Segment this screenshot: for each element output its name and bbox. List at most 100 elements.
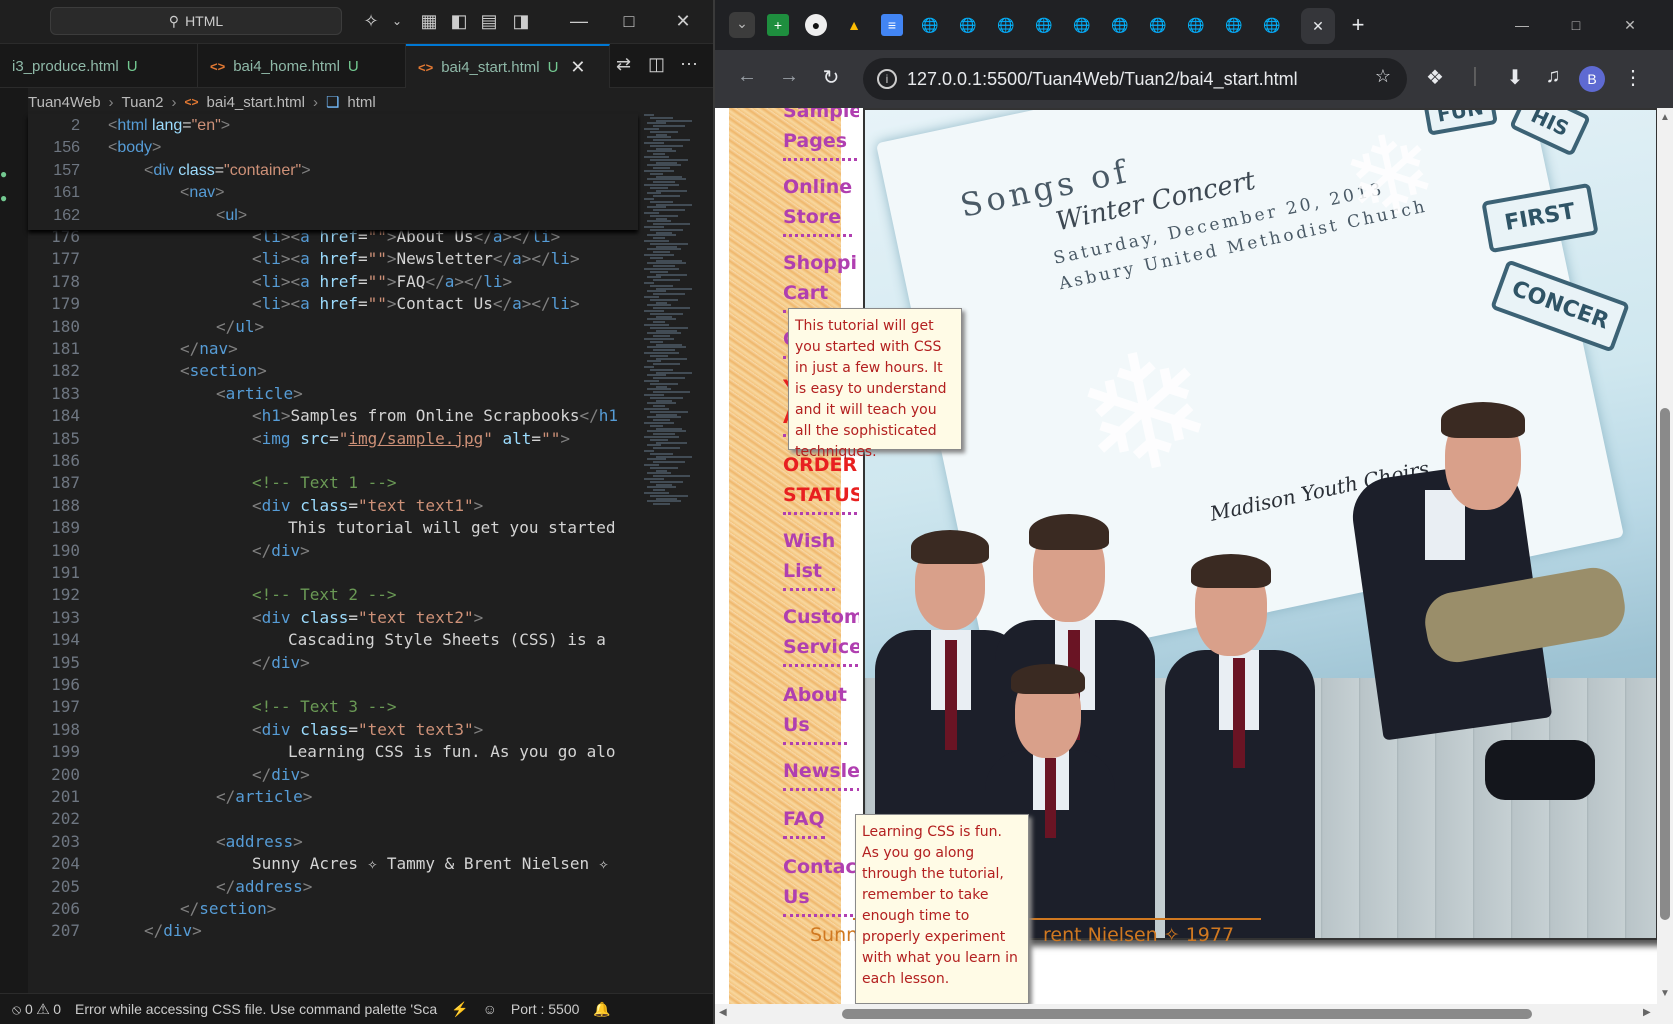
code-line[interactable]: 203 <address> — [28, 830, 638, 853]
code-line[interactable]: 207 </div> — [28, 919, 638, 942]
extensions-icon[interactable]: ❖ — [1421, 65, 1449, 90]
horizontal-scrollbar[interactable]: ◀ ▶ — [715, 1004, 1673, 1024]
code-line[interactable]: 198 <div class="text text3"> — [28, 718, 638, 741]
live-server-port[interactable]: Port : 5500 — [511, 1001, 580, 1017]
code-line[interactable]: 190 </div> — [28, 539, 638, 562]
bell-icon[interactable]: 🔔 — [593, 1001, 610, 1018]
nav-link[interactable]: Sample Pages — [783, 108, 859, 161]
globe-tab-icon[interactable]: 🌐 — [1109, 14, 1131, 36]
drive-tab-icon[interactable]: ▲ — [843, 14, 865, 36]
nav-link[interactable]: Custom Service — [783, 602, 859, 667]
scroll-thumb[interactable] — [1660, 408, 1670, 920]
close-window-icon[interactable]: ✕ — [1619, 14, 1641, 36]
problems-indicator[interactable]: ⦸ 0 ⚠ 0 — [12, 1001, 61, 1018]
tab-produce[interactable]: i3_produce.html U — [0, 44, 198, 88]
maximize-icon[interactable]: □ — [1565, 14, 1587, 36]
toggle-sidebar-icon[interactable]: ◧ — [448, 10, 470, 32]
scroll-down-icon[interactable]: ▼ — [1660, 988, 1670, 999]
code-editor[interactable]: 176 <li><a href="">About Us</a></li> 177 <l… — [28, 114, 638, 993]
sticky-scroll[interactable]: 2 <html lang="en"> 156 <body> 157 <div class=… — [28, 114, 638, 230]
nav-link[interactable]: Shoppi Cart — [783, 248, 857, 313]
copilot-icon[interactable]: ✧ — [360, 10, 382, 32]
globe-tab-icon[interactable]: 🌐 — [1223, 14, 1245, 36]
globe-tab-icon[interactable]: 🌐 — [957, 14, 979, 36]
nav-link[interactable]: About Us — [783, 680, 847, 745]
profile-avatar[interactable]: B — [1579, 66, 1605, 92]
code-line[interactable]: 188 <div class="text text1"> — [28, 494, 638, 517]
back-icon[interactable]: ← — [733, 65, 761, 88]
code-line[interactable]: 193 <div class="text text2"> — [28, 606, 638, 629]
code-line[interactable]: 191 — [28, 561, 638, 584]
globe-tab-icon[interactable]: 🌐 — [919, 14, 941, 36]
code-line[interactable]: 161 <nav> — [28, 181, 638, 204]
code-line[interactable]: 189 This tutorial will get you started — [28, 516, 638, 539]
globe-tab-icon[interactable]: 🌐 — [1071, 14, 1093, 36]
command-center-search[interactable]: ⚲ HTML — [50, 7, 342, 35]
code-line[interactable]: 183 <article> — [28, 382, 638, 405]
code-line[interactable]: 182 <section> — [28, 359, 638, 382]
forward-icon[interactable]: → — [775, 65, 803, 88]
github-tab-icon[interactable]: ● — [805, 14, 827, 36]
code-line[interactable]: 187 <!-- Text 1 --> — [28, 471, 638, 494]
code-line[interactable]: 179 <li><a href="">Contact Us</a></li> — [28, 292, 638, 315]
tab-start[interactable]: <> bai4_start.html U ✕ — [406, 44, 610, 88]
download-icon[interactable]: ⬇ — [1501, 65, 1529, 90]
minimize-icon[interactable]: — — [1511, 14, 1533, 36]
nav-link[interactable]: Online Store — [783, 172, 853, 237]
nav-link[interactable]: Contact Us — [783, 852, 859, 917]
code-line[interactable]: 181 </nav> — [28, 337, 638, 360]
scroll-thumb[interactable] — [842, 1009, 1532, 1019]
code-line[interactable]: 194 Cascading Style Sheets (CSS) is a — [28, 628, 638, 651]
close-window-icon[interactable]: ✕ — [672, 10, 694, 32]
nav-link[interactable]: FAQ — [783, 804, 825, 839]
copilot-status-icon[interactable]: ☺ — [483, 1001, 497, 1017]
scroll-up-icon[interactable]: ▲ — [1660, 112, 1670, 123]
code-line[interactable]: 180 </ul> — [28, 315, 638, 338]
code-line[interactable]: 157 <div class="container"> — [28, 159, 638, 182]
code-line[interactable]: 202 — [28, 807, 638, 830]
code-line[interactable]: 195 </div> — [28, 651, 638, 674]
code-line[interactable]: 196 — [28, 673, 638, 696]
minimize-icon[interactable]: — — [568, 10, 590, 32]
globe-tab-icon[interactable]: 🌐 — [1147, 14, 1169, 36]
globe-tab-icon[interactable]: 🌐 — [1033, 14, 1055, 36]
close-tab-icon[interactable]: ✕ — [570, 57, 585, 78]
code-line[interactable]: 206 </section> — [28, 897, 638, 920]
menu-icon[interactable]: ⋮ — [1619, 65, 1647, 90]
code-line[interactable]: 197 <!-- Text 3 --> — [28, 695, 638, 718]
code-line[interactable]: 186 — [28, 449, 638, 472]
code-line[interactable]: 162 <ul> — [28, 204, 638, 227]
breadcrumb-item[interactable]: Tuan4Web — [28, 94, 101, 111]
code-line[interactable]: 177 <li><a href="">Newsletter</a></li> — [28, 247, 638, 270]
toggle-panel-icon[interactable]: ▤ — [478, 10, 500, 32]
globe-tab-icon[interactable]: 🌐 — [1261, 14, 1283, 36]
docs-tab-icon[interactable]: ≡ — [881, 14, 903, 36]
layout-icon[interactable]: ▦ — [418, 10, 440, 32]
split-editor-icon[interactable]: ◫ — [648, 54, 665, 75]
code-line[interactable]: 178 <li><a href="">FAQ</a></li> — [28, 270, 638, 293]
minimap[interactable] — [640, 114, 700, 534]
scroll-right-icon[interactable]: ▶ — [1643, 1007, 1651, 1018]
reload-icon[interactable]: ↻ — [817, 65, 845, 90]
globe-tab-icon[interactable]: 🌐 — [995, 14, 1017, 36]
more-actions-icon[interactable]: ⋯ — [680, 54, 698, 75]
code-line[interactable]: 184 <h1>Samples from Online Scrapbooks</h… — [28, 404, 638, 427]
maximize-icon[interactable]: □ — [618, 10, 640, 32]
breadcrumb-item[interactable]: bai4_start.html — [207, 94, 305, 111]
new-tab-icon[interactable]: + — [1347, 14, 1369, 36]
tab-home[interactable]: <> bai4_home.html U — [198, 44, 406, 88]
globe-tab-icon[interactable]: 🌐 — [1185, 14, 1207, 36]
code-line[interactable]: 205 </address> — [28, 875, 638, 898]
code-line[interactable]: 156 <body> — [28, 136, 638, 159]
breadcrumb-item[interactable]: Tuan2 — [122, 94, 164, 111]
tab-search-icon[interactable]: ⌄ — [729, 12, 755, 38]
code-line[interactable]: 199 Learning CSS is fun. As you go alo — [28, 740, 638, 763]
chevron-down-icon[interactable]: ⌄ — [386, 10, 408, 32]
breadcrumb-item[interactable]: html — [347, 94, 375, 111]
nav-link[interactable]: Wish List — [783, 526, 836, 591]
sheets-tab-icon[interactable]: + — [767, 14, 789, 36]
bookmark-star-icon[interactable]: ☆ — [1375, 66, 1391, 87]
nav-link[interactable]: Newsle — [783, 756, 859, 791]
code-line[interactable]: 2 <html lang="en"> — [28, 114, 638, 137]
vertical-scrollbar[interactable]: ▲ ▼ — [1657, 108, 1673, 1004]
